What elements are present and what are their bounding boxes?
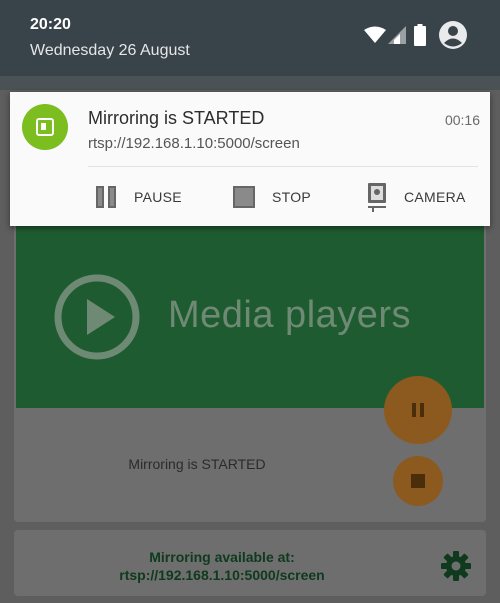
availability-text: Mirroring available at: rtsp://192.168.1… [0, 548, 444, 584]
stop-icon [411, 474, 425, 488]
shade-quick-settings-strip [0, 76, 500, 90]
clock: 20:20 [30, 16, 71, 33]
user-avatar-icon[interactable] [438, 20, 468, 50]
notification-title: Mirroring is STARTED [88, 108, 265, 128]
pause-action-button[interactable]: PAUSE [94, 180, 182, 214]
date: Wednesday 26 August [30, 42, 190, 59]
stop-fab-button[interactable] [393, 456, 443, 506]
camera-icon [368, 183, 386, 212]
notification-url: rtsp://192.168.1.10:5000/screen [88, 135, 300, 152]
camera-action-button[interactable]: CAMERA [366, 180, 466, 214]
mirror-app-icon [22, 104, 68, 150]
camera-action-label: CAMERA [404, 189, 466, 205]
screen-mirror-icon [36, 118, 54, 136]
stop-action-button[interactable]: STOP [232, 180, 311, 214]
gear-icon[interactable] [440, 550, 472, 582]
mirroring-status: Mirroring is STARTED [128, 456, 266, 472]
battery-icon [414, 24, 426, 46]
availability-line-2: rtsp://192.168.1.10:5000/screen [119, 567, 325, 583]
pause-icon [96, 186, 116, 208]
notification-time: 00:16 [444, 112, 480, 128]
signal-icon [388, 26, 406, 44]
mirroring-notification[interactable]: Mirroring is STARTED 00:16 rtsp://192.16… [10, 92, 490, 226]
notification-divider [88, 166, 478, 167]
stop-action-label: STOP [272, 189, 312, 205]
availability-line-1: Mirroring available at: [149, 549, 295, 565]
notification-shade-header: 20:20 Wednesday 26 August [0, 0, 500, 84]
pause-icon [412, 403, 424, 417]
pause-fab-button[interactable] [384, 376, 452, 444]
pause-action-label: PAUSE [134, 189, 182, 205]
play-circle-icon [54, 274, 140, 360]
stop-icon [233, 186, 255, 208]
wifi-icon [364, 26, 386, 43]
banner-title: Media players [168, 294, 412, 336]
